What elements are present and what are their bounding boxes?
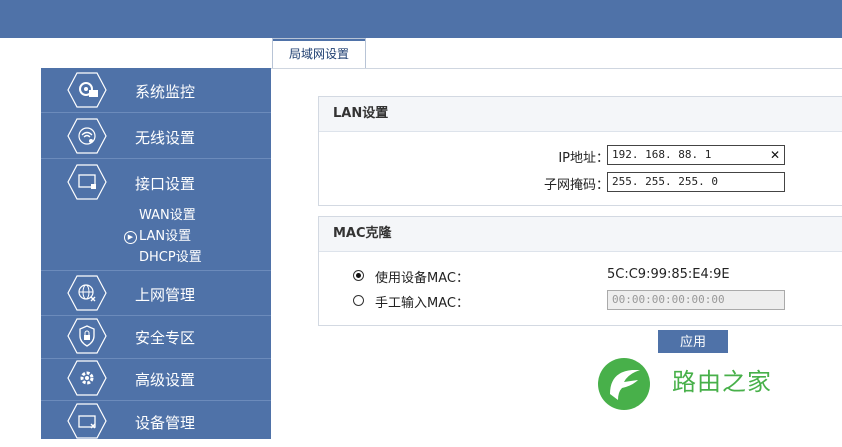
manual-mac-placeholder: 00:00:00:00:00:00: [612, 293, 725, 306]
subnet-mask-input[interactable]: 255. 255. 255. 0: [607, 172, 785, 192]
device-manage-icon: [67, 403, 107, 439]
ip-address-label: IP地址：: [558, 151, 609, 166]
system-monitor-icon: [67, 72, 107, 108]
sidebar-item-security[interactable]: 安全专区: [41, 314, 271, 359]
sidebar-item-label: 接口设置: [135, 175, 196, 193]
use-device-mac-label: 使用设备MAC：: [375, 271, 469, 286]
internet-manage-icon: [67, 275, 107, 311]
mac-clone-title: MAC克隆: [319, 217, 842, 252]
ip-address-value: 192. 168. 88. 1: [612, 148, 712, 161]
tab-lan-settings[interactable]: 局域网设置: [272, 38, 366, 69]
sidebar-item-label: 系统监控: [135, 83, 196, 101]
subnet-mask-value: 255. 255. 255. 0: [612, 175, 718, 188]
sidebar-item-advanced[interactable]: 高级设置: [41, 356, 271, 401]
ip-address-input[interactable]: 192. 168. 88. 1 ✕: [607, 145, 785, 165]
sidebar-item-interface[interactable]: 接口设置: [41, 160, 271, 204]
submenu-item-wan[interactable]: WAN设置: [139, 206, 196, 226]
sidebar: 系统监控 无线设置 接口设置 WAN设置 ▶ LAN设置 DHCP设置 上网管理…: [41, 68, 271, 439]
interface-icon: [67, 164, 107, 200]
sidebar-item-label: 上网管理: [135, 286, 196, 304]
manual-mac-label: 手工输入MAC：: [375, 296, 469, 311]
apply-button[interactable]: 应用: [658, 330, 728, 353]
security-icon: [67, 318, 107, 354]
sidebar-item-label: 无线设置: [135, 129, 196, 147]
watermark-logo-icon: [598, 358, 650, 410]
subnet-mask-label: 子网掩码：: [543, 178, 609, 193]
sidebar-item-wireless[interactable]: 无线设置: [41, 114, 271, 159]
top-header-bar: [0, 0, 842, 38]
chevron-right-icon: ▶: [124, 231, 137, 244]
clear-icon[interactable]: ✕: [770, 146, 780, 164]
lan-settings-title: LAN设置: [319, 97, 842, 132]
wireless-icon: [67, 118, 107, 154]
sidebar-item-label: 安全专区: [135, 329, 196, 347]
submenu-item-dhcp[interactable]: DHCP设置: [139, 248, 202, 268]
mac-clone-panel: MAC克隆 使用设备MAC： 5C:C9:99:85:E4:9E 手工输入MAC…: [318, 216, 842, 326]
tab-underline: [270, 68, 842, 69]
advanced-gear-icon: [67, 360, 107, 396]
sidebar-item-label: 设备管理: [135, 414, 196, 432]
watermark-text: 路由之家: [672, 368, 772, 396]
sidebar-item-label: 高级设置: [135, 371, 196, 389]
watermark: 路由之家: [596, 356, 806, 412]
manual-mac-input[interactable]: 00:00:00:00:00:00: [607, 290, 785, 310]
lan-settings-panel: LAN设置 IP地址： 192. 168. 88. 1 ✕ 子网掩码： 255.…: [318, 96, 842, 206]
sidebar-item-system-monitor[interactable]: 系统监控: [41, 68, 271, 113]
sidebar-item-internet-manage[interactable]: 上网管理: [41, 270, 271, 316]
sidebar-item-device-manage[interactable]: 设备管理: [41, 399, 271, 443]
submenu-item-lan[interactable]: LAN设置: [139, 227, 191, 247]
device-mac-value: 5C:C9:99:85:E4:9E: [607, 267, 730, 282]
